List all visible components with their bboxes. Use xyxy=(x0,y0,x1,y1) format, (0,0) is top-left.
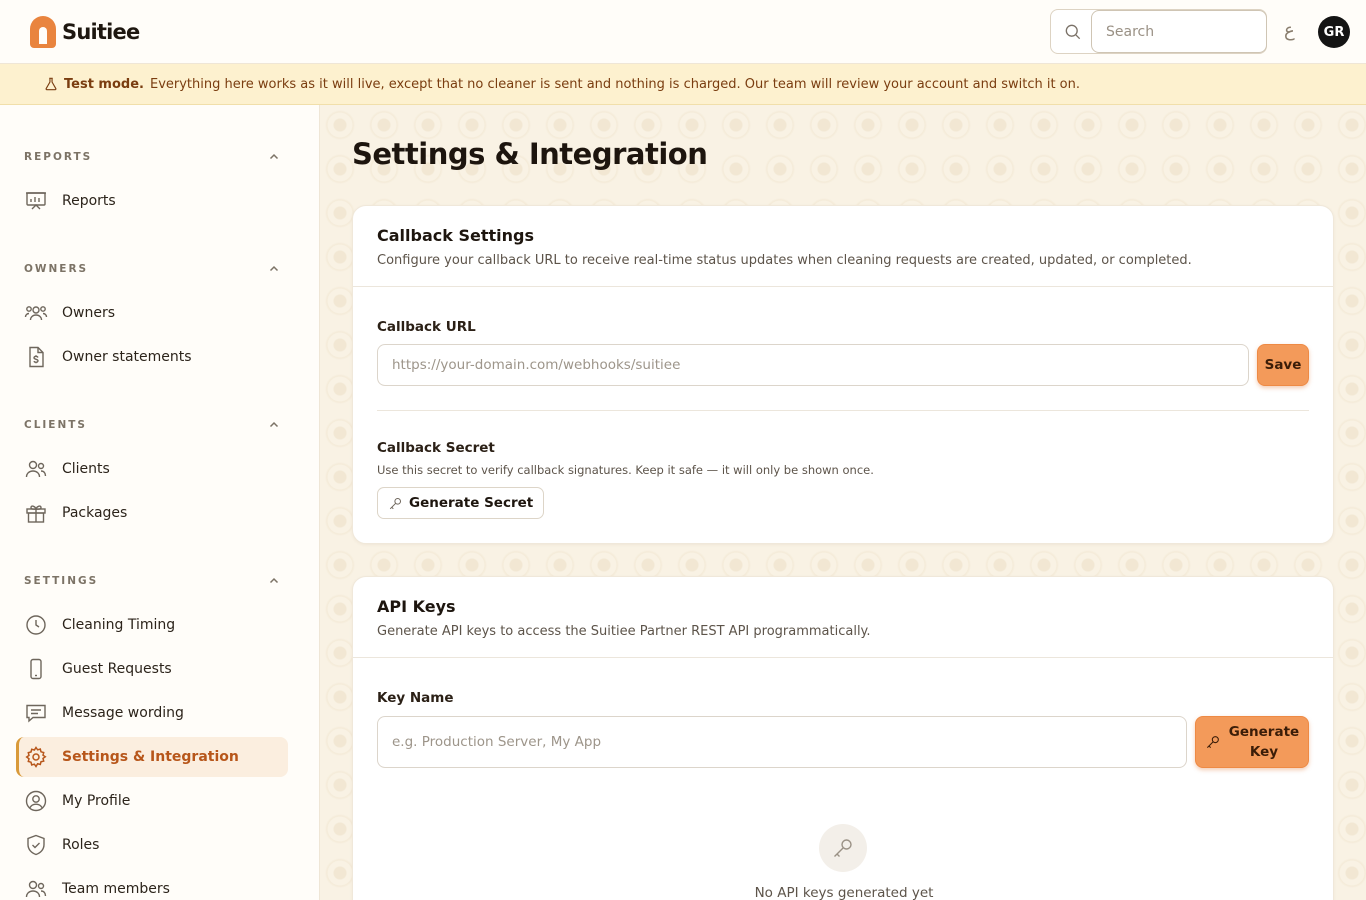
key-name-input[interactable] xyxy=(377,716,1187,768)
sidebar-item-label: Guest Requests xyxy=(62,661,172,677)
card-description: Generate API keys to access the Suitiee … xyxy=(377,624,871,639)
generate-key-label-line1: Generate xyxy=(1228,724,1300,740)
clock-icon xyxy=(26,615,46,635)
card-title: Callback Settings xyxy=(377,226,534,245)
main-content: Settings & Integration Callback Settings… xyxy=(320,105,1366,900)
sidebar-item-label: Packages xyxy=(62,505,128,521)
sidebar-item-cleaning-timing[interactable]: Cleaning Timing xyxy=(16,605,288,645)
language-switch[interactable]: ع xyxy=(1284,20,1295,41)
section-settings[interactable]: SETTINGS xyxy=(24,571,280,591)
sidebar-item-team-members[interactable]: Team members xyxy=(16,869,288,900)
user-circle-icon xyxy=(25,790,47,812)
users-icon xyxy=(25,460,47,478)
card-title: API Keys xyxy=(377,597,456,616)
section-title: CLIENTS xyxy=(24,419,87,431)
key-icon xyxy=(1206,736,1219,749)
users-group-icon xyxy=(24,306,48,321)
search-input[interactable] xyxy=(1091,10,1267,53)
empty-state-text: No API keys generated yet xyxy=(754,885,934,900)
generate-key-label-line2: Key xyxy=(1249,744,1279,760)
section-title: OWNERS xyxy=(24,263,89,275)
sidebar: REPORTS Reports OWNERS Owners Owner stat… xyxy=(0,105,320,900)
dollar-document-icon xyxy=(29,346,44,368)
callback-url-input[interactable] xyxy=(377,344,1249,386)
key-name-label: Key Name xyxy=(377,690,454,706)
page-title: Settings & Integration xyxy=(352,137,708,171)
save-button[interactable]: Save xyxy=(1257,344,1309,386)
sidebar-item-packages[interactable]: Packages xyxy=(16,493,288,533)
gift-icon xyxy=(26,505,46,523)
sidebar-item-label: My Profile xyxy=(62,793,131,809)
chevron-up-icon[interactable] xyxy=(268,263,280,275)
section-reports[interactable]: REPORTS xyxy=(24,147,280,167)
chevron-up-icon[interactable] xyxy=(268,419,280,431)
key-icon xyxy=(389,497,401,509)
logo[interactable]: Suitiee xyxy=(30,16,140,48)
section-owners[interactable]: OWNERS xyxy=(24,259,280,279)
sidebar-item-label: Settings & Integration xyxy=(62,749,239,765)
search-box xyxy=(1050,9,1267,54)
callback-url-label: Callback URL xyxy=(377,319,476,335)
section-clients[interactable]: CLIENTS xyxy=(24,415,280,435)
sidebar-item-owners[interactable]: Owners xyxy=(16,293,288,333)
avatar[interactable]: GR xyxy=(1318,16,1350,48)
sidebar-item-my-profile[interactable]: My Profile xyxy=(16,781,288,821)
logo-mark-icon xyxy=(30,16,56,48)
brand-name: Suitiee xyxy=(62,20,140,44)
gear-icon xyxy=(25,746,47,768)
sidebar-item-message-wording[interactable]: Message wording xyxy=(16,693,288,733)
top-bar: Suitiee ع GR xyxy=(0,0,1366,64)
banner-message: Everything here works as it will live, e… xyxy=(149,76,1081,92)
card-header: API Keys Generate API keys to access the… xyxy=(353,577,1333,658)
generate-secret-label: Generate Secret xyxy=(409,495,534,511)
sidebar-item-label: Message wording xyxy=(62,705,184,721)
chart-board-icon xyxy=(26,192,46,210)
card-header: Callback Settings Configure your callbac… xyxy=(353,206,1333,287)
section-title: SETTINGS xyxy=(24,575,99,587)
test-mode-banner: Test mode. Everything here works as it w… xyxy=(0,64,1366,105)
sidebar-item-label: Owners xyxy=(62,305,116,321)
callback-settings-card: Callback Settings Configure your callbac… xyxy=(352,205,1334,544)
team-icon xyxy=(25,880,47,898)
message-icon xyxy=(26,704,46,723)
sidebar-item-label: Owner statements xyxy=(62,349,192,365)
callback-secret-label: Callback Secret xyxy=(377,440,495,456)
generate-key-button[interactable]: Generate Key xyxy=(1195,716,1309,768)
search-icon[interactable] xyxy=(1063,22,1083,42)
callback-secret-hint: Use this secret to verify callback signa… xyxy=(377,463,874,477)
sidebar-item-label: Reports xyxy=(62,193,116,209)
chevron-up-icon[interactable] xyxy=(268,575,280,587)
empty-state-key-icon xyxy=(819,824,867,872)
sidebar-item-settings-integration[interactable]: Settings & Integration xyxy=(16,737,288,777)
flask-icon xyxy=(45,77,57,91)
shield-check-icon xyxy=(27,834,45,856)
sidebar-item-reports[interactable]: Reports xyxy=(16,181,288,221)
banner-label: Test mode. xyxy=(64,76,144,92)
sidebar-item-label: Clients xyxy=(62,461,110,477)
sidebar-item-guest-requests[interactable]: Guest Requests xyxy=(16,649,288,689)
phone-icon xyxy=(30,658,42,680)
api-keys-card: API Keys Generate API keys to access the… xyxy=(352,576,1334,900)
sidebar-item-clients[interactable]: Clients xyxy=(16,449,288,489)
divider xyxy=(377,410,1309,411)
section-title: REPORTS xyxy=(24,151,93,163)
sidebar-item-label: Roles xyxy=(62,837,100,853)
sidebar-item-roles[interactable]: Roles xyxy=(16,825,288,865)
card-description: Configure your callback URL to receive r… xyxy=(377,253,1192,268)
generate-secret-button[interactable]: Generate Secret xyxy=(377,487,545,519)
chevron-up-icon[interactable] xyxy=(268,151,280,163)
sidebar-item-owner-statements[interactable]: Owner statements xyxy=(16,337,288,377)
generate-key-label: Generate Key xyxy=(1229,722,1299,762)
sidebar-item-label: Team members xyxy=(62,881,170,897)
sidebar-item-label: Cleaning Timing xyxy=(62,617,176,633)
